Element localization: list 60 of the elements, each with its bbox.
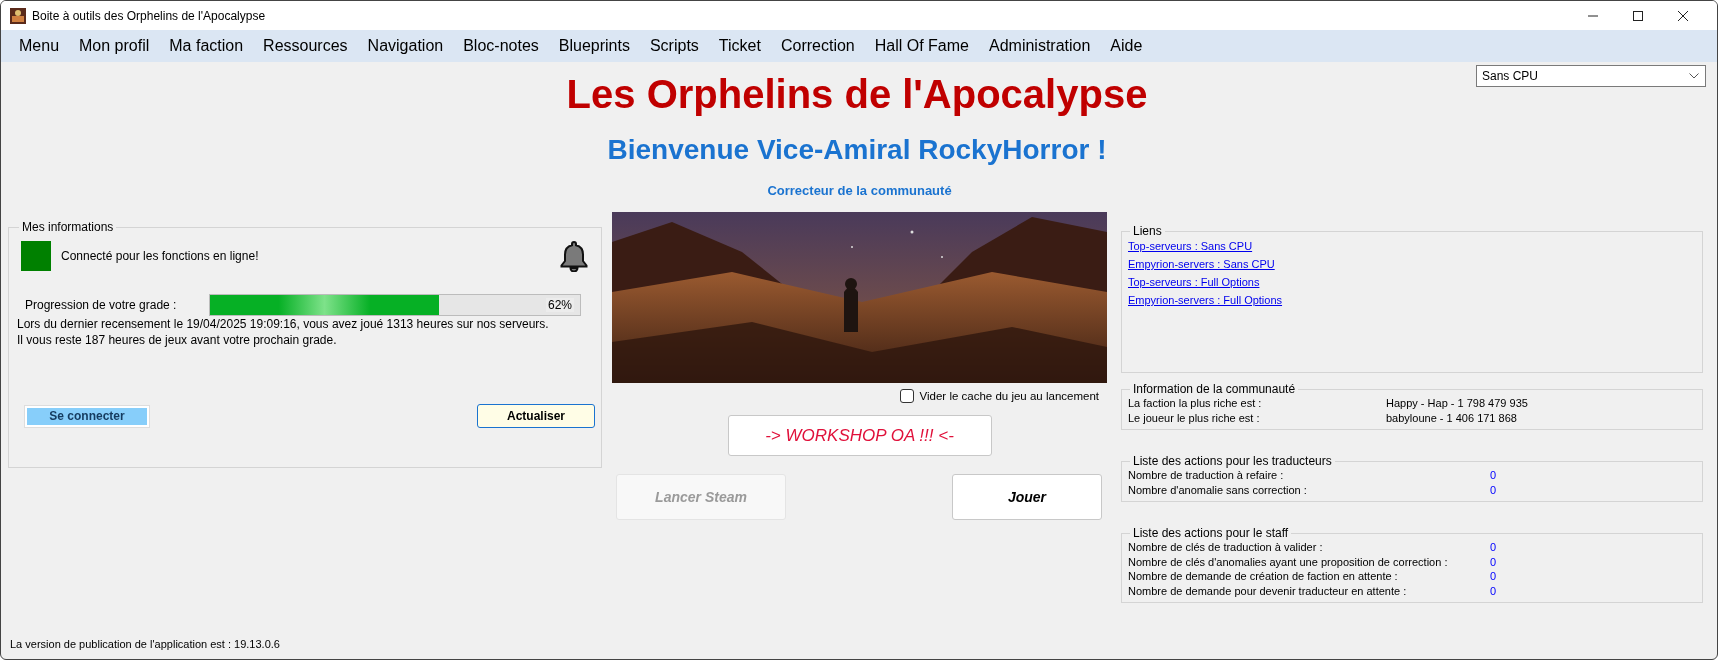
action-count: 0 — [1490, 468, 1498, 483]
menu-item[interactable]: Administration — [979, 37, 1101, 55]
action-label: Nombre de clés de traduction à valider : — [1128, 540, 1324, 555]
action-label: Nombre de demande de création de faction en attente : — [1128, 569, 1399, 584]
action-count: 0 — [1490, 554, 1498, 569]
app-heading: Les Orphelins de l'Apocalypse — [566, 71, 1148, 118]
link[interactable]: Top-serveurs : Full Options — [1128, 276, 1260, 288]
action-label: Nombre de traduction à refaire : — [1128, 468, 1285, 483]
link[interactable]: Top-serveurs : Sans CPU — [1128, 240, 1253, 252]
menu-item[interactable]: Ticket — [708, 37, 771, 55]
info-label: Le joueur le plus riche est : — [1128, 410, 1261, 425]
window-title: Boite à outils des Orphelins de l'Apocalypse — [32, 8, 267, 23]
bell-icon[interactable] — [559, 240, 589, 272]
info-label: La faction la plus riche est : — [1128, 396, 1263, 411]
remaining-text: Il vous reste 187 heures de jeux avant votre prochain grade. — [17, 332, 338, 348]
maximize-icon[interactable] — [1632, 9, 1644, 22]
cache-checkbox[interactable] — [899, 389, 914, 403]
version-text: La version de publication de l'application est : 19.13.0.6 — [10, 638, 280, 650]
progress-label: Progression de votre grade : — [24, 298, 178, 312]
chevron-icon — [1689, 73, 1699, 79]
role-text: Correcteur de la communauté — [766, 183, 953, 199]
menu-item[interactable]: Ressources — [253, 37, 358, 55]
panel-title: Liens — [1132, 224, 1163, 238]
panel-title: Liste des actions pour le staff — [1132, 526, 1290, 540]
menu-item[interactable]: Mon profil — [69, 37, 160, 55]
close-icon[interactable] — [1677, 9, 1689, 22]
refresh-button[interactable]: Actualiser — [477, 404, 595, 428]
status-text: Connecté pour les fonctions en ligne! — [61, 249, 260, 263]
progress-percent: 62% — [545, 298, 574, 312]
menu-item[interactable]: Menu — [9, 37, 70, 55]
action-label: Nombre de clés d'anomalies ayant une proposition de correction : — [1128, 554, 1449, 569]
checkbox-label: Vider le cache du jeu au lancement — [919, 390, 1099, 402]
action-count: 0 — [1490, 482, 1498, 497]
play-button[interactable]: Jouer — [952, 474, 1102, 520]
welcome-text: Bienvenue Vice-Amiral RockyHorror ! — [607, 133, 1107, 167]
login-button[interactable]: Se connecter — [25, 405, 149, 427]
info-value: babyloune - 1 406 171 868 — [1386, 410, 1518, 425]
panel-title: Mes informations — [21, 220, 115, 234]
menu-item[interactable]: Hall Of Fame — [864, 37, 979, 55]
menu-item[interactable]: Scripts — [639, 37, 709, 55]
action-count: 0 — [1490, 569, 1498, 584]
action-label: Nombre d'anomalie sans correction : — [1128, 482, 1308, 497]
action-label: Nombre de demande pour devenir traducteur en attente : — [1128, 583, 1408, 598]
census-text: Lors du dernier recensement le 19/04/2025 19:09:16, vous avez joué 1313 heures sur nos serveurs. — [17, 316, 550, 332]
action-count: 0 — [1490, 540, 1498, 555]
menu-item[interactable]: Blueprints — [548, 37, 640, 55]
link[interactable]: Empyrion-servers : Full Options — [1128, 294, 1283, 306]
panel-title: Liste des actions pour les traducteurs — [1132, 454, 1333, 468]
server-select[interactable]: Sans CPU — [1476, 65, 1706, 87]
menu-item[interactable]: Bloc-notes — [453, 37, 549, 55]
menu-item[interactable]: Navigation — [357, 37, 454, 55]
panel-title: Information de la communauté — [1132, 382, 1297, 396]
menu-item[interactable]: Correction — [770, 37, 865, 55]
workshop-button[interactable]: -> WORKSHOP OA !!! <- — [727, 415, 992, 456]
menu-item[interactable]: Ma faction — [159, 37, 254, 55]
link[interactable]: Empyrion-servers : Sans CPU — [1128, 258, 1275, 270]
info-value: Happy - Hap - 1 798 479 935 — [1386, 396, 1529, 411]
app-icon — [10, 7, 26, 24]
action-count: 0 — [1490, 583, 1498, 598]
menu-item[interactable]: Aide — [1100, 37, 1153, 55]
